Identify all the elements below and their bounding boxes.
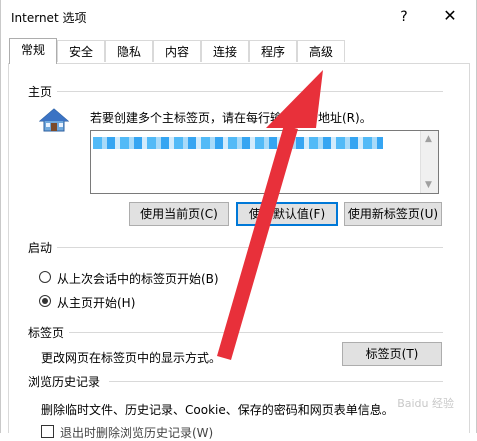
red-arrow-icon (217, 70, 323, 360)
tab-general[interactable]: 常规 (9, 38, 57, 64)
internet-options-dialog: Internet 选项 ? ✕ 常规 安全 隐私 内容 连接 程序 高级 主页 … (0, 0, 477, 440)
